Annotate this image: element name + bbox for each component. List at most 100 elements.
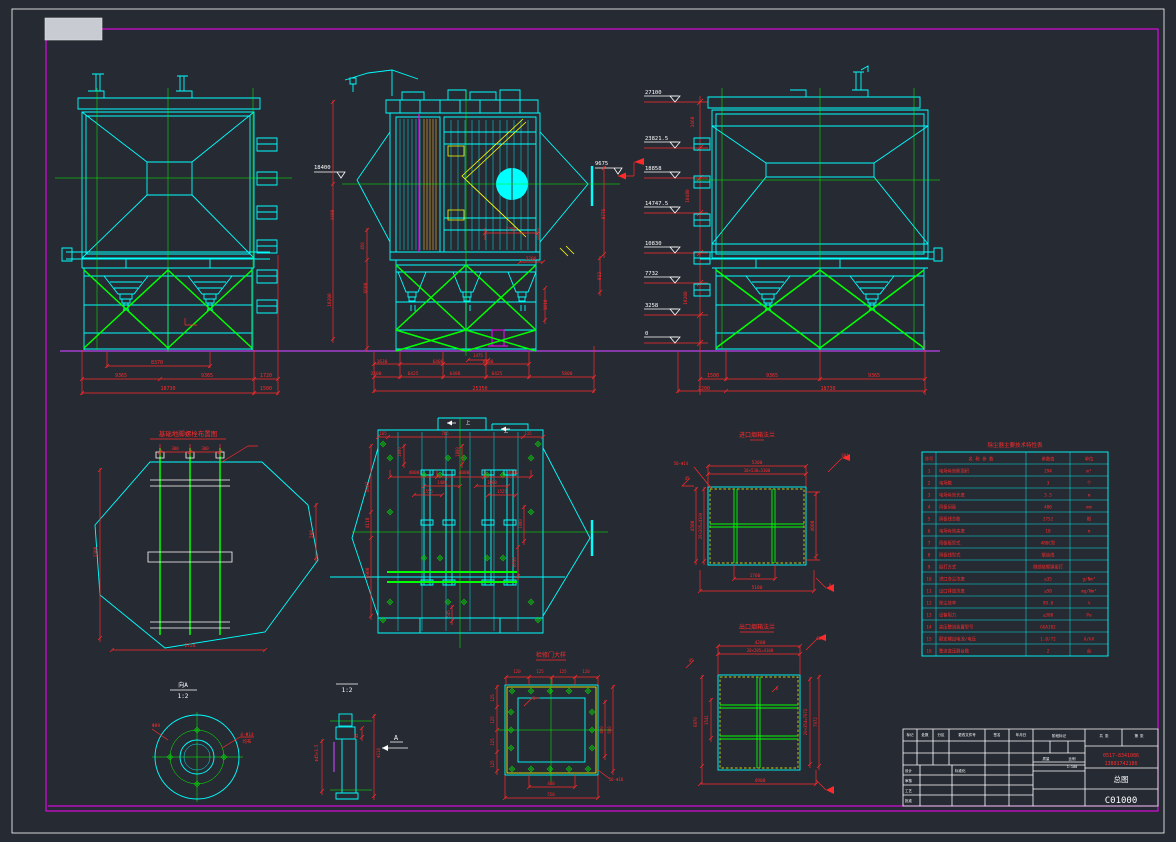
dimension-label: 1800 [455,447,460,457]
table-cell: 2 [928,480,931,486]
table-cell: ≤50 [1044,588,1052,594]
elevation-triangle-icon [670,207,680,213]
dimension-label: 均布 [243,738,252,745]
elevation-triangle-icon [670,172,680,178]
dimension-label: 年月日 [1016,732,1027,737]
dimension-label: 处数 [922,732,930,737]
dimension-label: 18730 [820,386,835,392]
dimension-label: Φ45×3.5 [314,744,319,761]
table-cell: 15 [926,636,932,642]
dimension-label: 10×530=5300 [744,468,771,473]
cad-canvas: 2710023821.51885814747.510830773232580 [0,0,1176,842]
table-cell: 11 [926,588,932,594]
dimension-label: 1810 [543,299,549,310]
door-dimensions [495,675,615,800]
elevation-triangle-icon [670,277,680,283]
dimension-label: 6600 [363,282,369,293]
foundation-detail [95,439,318,652]
rear-view [676,66,942,395]
dimension-label: 60° [841,453,848,458]
table-cell: 阴极线型式 [939,551,961,558]
dimension-label: 3541 [704,715,709,725]
dimension-label: 45 [685,476,690,481]
table-cell: ≤300 [1043,612,1054,618]
table-cell: 个 [1087,480,1092,486]
rear-view-dimensions [676,340,927,395]
dimension-label: 5 [533,696,536,701]
dimension-label: 7072 [813,717,818,727]
side-view [314,70,644,393]
table-header-cell: 名 称 参 数 [969,455,995,462]
dimension-label: 4200 [755,640,766,646]
dimension-label: 10200 [683,291,689,305]
dimension-label: 共 张 [1099,733,1109,738]
drawing-name: 总图 [1114,774,1129,784]
front-view [55,74,292,395]
dimension-label: 20×354=7072 [803,708,808,735]
dimension-label: 阶段标记 [1052,733,1067,738]
dimension-label: 审核 [905,778,913,783]
dimension-label: 125 [490,716,495,724]
dimension-label: 5800 [562,371,573,377]
dimension-label: 1475 [473,353,483,358]
table-cell: 设备阻力 [939,611,956,618]
table-cell: 4 [928,504,931,510]
sheet-frame [12,9,1164,833]
dimension-label: 50-Φ14 [674,461,689,466]
dimension-label: 3200 [526,256,537,262]
table-cell: 1.0/72 [1040,636,1056,642]
elevation-value: 0 [645,331,648,337]
dimension-label: 6 [776,686,779,691]
dimension-label: 9675 [595,161,608,167]
table-cell: 99.8 [1043,600,1054,606]
elevation-triangle-icon [670,247,680,253]
dimension-label: 4000 [508,470,519,476]
view-a-detail [152,690,254,802]
table-cell: 电场有效长度 [939,491,965,498]
dimension-label: 765 [441,431,449,436]
table-cell: 3.5 [1044,492,1052,498]
table-cell: 电场数 [939,479,953,486]
table-cell: 294 [1044,468,1052,474]
table-cell: 3 [928,492,931,498]
dimension-label: Φ114 [376,748,381,758]
dimension-label: 2400 [371,371,382,377]
dimension-label: 1000 [487,480,497,485]
table-cell: 10 [926,576,932,582]
dimension-label: Φ89 [152,723,160,729]
dimension-label: 1555 [423,489,433,494]
drawing-sheet: 2710023821.51885814747.510830773232580 [0,0,1176,842]
dimension-label: 进口烟箱法兰 [739,431,775,439]
dimension-label: 1460 [690,116,696,127]
tech-table-title: 除尘器主要技术特性表 [987,441,1043,449]
dimension-label: 6425 [492,371,503,377]
elevation-value: 27100 [645,90,662,96]
dimension-label: 400 [547,781,555,786]
table-cell: 参数值 [1042,455,1056,462]
dimension-label: 4118 [365,517,371,528]
table-cell: 序号 [925,455,934,462]
paper-frame [46,29,1158,811]
table-cell: A/kV [1084,636,1095,642]
dimension-label: 125 [536,669,544,674]
dimension-label: 5300 [752,460,763,466]
dimension-label: 60° [816,636,823,641]
table-cell: 16 [926,648,932,654]
dimension-label: 分区 [938,732,946,737]
dimension-label: 1080 [518,519,523,529]
dimension-label: 上 [466,419,471,426]
dimension-label: 6400 [483,359,494,365]
elevation-value: 14747.5 [645,201,668,207]
elevation-value: 3258 [645,303,658,309]
dimension-label: 3750 [506,227,517,233]
dimension-label: 300 [171,446,179,451]
elevation-scale: 2710023821.51885814747.510830773232580 [644,90,708,346]
dimension-label: 6700 [512,557,517,567]
dimension-label: 545 [446,610,451,618]
dimension-label: 出口烟箱法兰 [739,623,775,631]
contact-phone-1: 0517-8341086 [1103,753,1139,759]
dimension-label: 125 [559,669,567,674]
outlet-flange-view [686,632,834,794]
dimension-label: 4982 [365,481,371,492]
dimension-label: 8370 [151,360,163,366]
